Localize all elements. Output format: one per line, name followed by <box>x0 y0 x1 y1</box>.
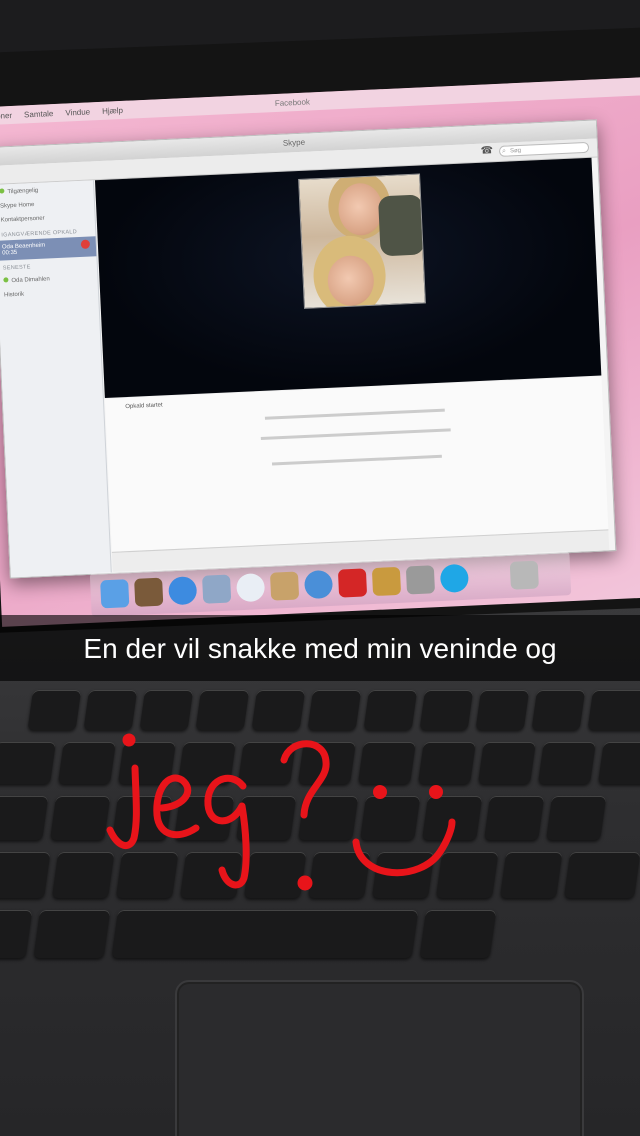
keyboard-key <box>177 742 236 784</box>
search-placeholder: Søg <box>509 147 522 155</box>
keyboard-key <box>419 690 474 730</box>
keyboard-key <box>57 742 116 784</box>
search-icon: ⌕ <box>501 147 507 155</box>
app-icon[interactable] <box>337 568 368 598</box>
app-icon[interactable] <box>371 566 402 597</box>
safari-icon[interactable] <box>235 572 266 603</box>
keyboard-key <box>237 742 296 784</box>
skype-icon[interactable] <box>439 563 470 593</box>
chat-area: Opkald startet <box>104 376 609 553</box>
keyboard-key <box>50 796 111 840</box>
keyboard-key <box>307 852 371 898</box>
keyboard-key <box>419 910 497 958</box>
keyboard-key <box>298 796 359 840</box>
keyboard-key <box>587 690 640 730</box>
photo-app-icon[interactable] <box>202 574 232 604</box>
keyboard-key <box>477 742 536 784</box>
keyboard-key <box>563 852 640 898</box>
keyboard-key <box>297 742 356 784</box>
keyboard-key <box>363 690 418 730</box>
keyboard-key <box>537 742 596 784</box>
mail-icon[interactable] <box>269 571 300 601</box>
shirt <box>377 194 425 257</box>
keyboard-key <box>0 852 51 898</box>
keyboard-key <box>195 690 250 730</box>
menu-item[interactable]: Samtale <box>24 109 54 119</box>
phone-icon[interactable]: ☎ <box>480 145 493 157</box>
keyboard-key <box>357 742 416 784</box>
webcam-preview <box>298 173 426 309</box>
keyboard-key <box>435 852 499 898</box>
video-call-area <box>94 157 602 399</box>
laptop-screen: ersoner Samtale Vindue Hjælp Facebook Sk… <box>0 77 640 627</box>
online-status-icon <box>3 277 9 283</box>
trash-icon[interactable] <box>509 560 539 590</box>
keyboard-key <box>371 852 435 898</box>
sidebar-item-history[interactable]: Historik <box>0 284 98 303</box>
menubar-app-title: Facebook <box>274 96 311 108</box>
keyboard-key <box>115 852 179 898</box>
active-call-time: 00:35 <box>2 249 18 257</box>
chat-header: Opkald startet <box>125 402 163 411</box>
snapchat-caption: En der vil snakke med min veninde og <box>83 633 557 664</box>
photo-scene: ersoner Samtale Vindue Hjælp Facebook Sk… <box>0 0 640 1136</box>
preferences-icon[interactable] <box>405 565 436 595</box>
app-icon[interactable] <box>134 577 164 607</box>
keyboard-key <box>307 690 362 730</box>
keyboard-key <box>51 852 115 898</box>
itunes-icon[interactable] <box>303 569 334 600</box>
keyboard-key <box>174 796 235 840</box>
keyboard-key <box>360 796 421 840</box>
online-status-icon <box>0 188 5 194</box>
keyboard-key <box>111 910 419 958</box>
keyboard-key <box>499 852 563 898</box>
skype-sidebar: Tilgængelig Skype Home Kontaktpersoner I… <box>0 180 112 578</box>
keyboard-key <box>0 742 56 784</box>
keyboard-key <box>83 690 138 730</box>
keyboard-key <box>475 690 530 730</box>
chat-message <box>108 446 605 475</box>
keyboard-key <box>417 742 476 784</box>
menu-item[interactable]: Hjælp <box>102 105 123 115</box>
end-call-icon[interactable] <box>80 239 91 249</box>
menu-item[interactable]: ersoner <box>0 110 12 120</box>
keyboard-key <box>251 690 306 730</box>
finder-icon[interactable] <box>100 579 130 609</box>
keyboard-key <box>236 796 297 840</box>
keyboard <box>0 690 640 1020</box>
keyboard-key <box>139 690 194 730</box>
keyboard-key <box>243 852 307 898</box>
search-input[interactable]: ⌕ Søg <box>498 141 590 157</box>
keyboard-key <box>179 852 243 898</box>
keyboard-key <box>484 796 545 840</box>
keyboard-key <box>0 910 33 958</box>
keyboard-key <box>422 796 483 840</box>
app-store-icon[interactable] <box>168 576 198 606</box>
keyboard-key <box>33 910 111 958</box>
trackpad <box>175 980 584 1136</box>
menu-item[interactable]: Vindue <box>65 107 90 117</box>
keyboard-key <box>27 690 82 730</box>
skype-window: Skype ☎ ⌕ Søg Tilgængelig Skype Home Kon… <box>0 119 617 579</box>
keyboard-key <box>531 690 586 730</box>
keyboard-key <box>546 796 607 840</box>
keyboard-key <box>112 796 173 840</box>
keyboard-key <box>117 742 176 784</box>
keyboard-key <box>597 742 640 784</box>
keyboard-key <box>0 796 49 840</box>
